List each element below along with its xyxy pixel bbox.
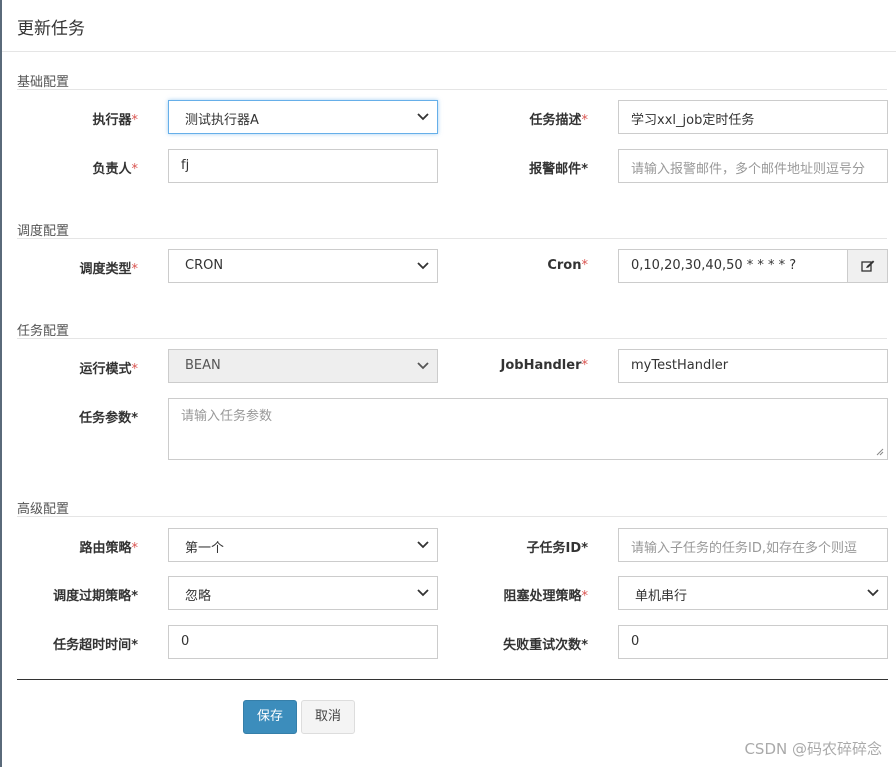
- schedule-type-select[interactable]: CRON: [168, 249, 438, 283]
- cancel-button[interactable]: 取消: [301, 700, 355, 734]
- fail-retry-label: 失败重试次数*: [503, 638, 588, 653]
- job-handler-label: JobHandler*: [500, 358, 588, 373]
- block-strategy-label: 阻塞处理策略*: [503, 589, 588, 604]
- route-strategy-label: 路由策略*: [79, 541, 138, 556]
- misfire-strategy-label: 调度过期策略*: [53, 589, 138, 604]
- alarm-email-label: 报警邮件*: [529, 162, 588, 177]
- executor-value: 测试执行器A: [185, 113, 259, 128]
- resize-grip-icon[interactable]: [876, 448, 884, 456]
- section-task-title: 任务配置: [17, 324, 70, 339]
- modal-title: 更新任务: [17, 19, 85, 39]
- section-basic-title: 基础配置: [17, 75, 70, 90]
- child-job-id-label: 子任务ID*: [526, 541, 588, 556]
- run-mode-value: BEAN: [185, 358, 221, 373]
- block-strategy-value: 单机串行: [635, 589, 688, 604]
- cron-label: Cron*: [547, 258, 588, 273]
- route-strategy-value: 第一个: [185, 541, 225, 556]
- schedule-type-label: 调度类型*: [79, 262, 138, 277]
- route-strategy-select[interactable]: 第一个: [168, 528, 438, 562]
- watermark: CSDN @码农碎碎念: [744, 740, 882, 758]
- author-label: 负责人*: [92, 162, 138, 177]
- section-schedule-title: 调度配置: [17, 224, 70, 239]
- modal-header: 更新任务: [2, 0, 896, 52]
- fail-retry-input[interactable]: 0: [618, 625, 888, 659]
- job-desc-label: 任务描述*: [529, 113, 588, 128]
- timeout-input[interactable]: 0: [168, 625, 438, 659]
- section-advanced-title: 高级配置: [17, 502, 70, 517]
- executor-label: 执行器*: [92, 113, 138, 128]
- author-input[interactable]: fj: [168, 149, 438, 183]
- section-divider: [17, 338, 887, 339]
- timeout-label: 任务超时时间*: [53, 638, 138, 653]
- section-divider: [17, 238, 887, 239]
- save-button[interactable]: 保存: [243, 700, 297, 734]
- alarm-email-input[interactable]: 请输入报警邮件，多个邮件地址则逗号分: [618, 149, 888, 183]
- chevron-down-icon: [417, 262, 429, 270]
- job-param-textarea[interactable]: 请输入任务参数: [168, 398, 888, 460]
- misfire-strategy-value: 忽略: [185, 589, 212, 604]
- edit-icon: [861, 260, 875, 272]
- cron-edit-button[interactable]: [847, 249, 888, 283]
- section-divider: [17, 516, 887, 517]
- block-strategy-select[interactable]: 单机串行: [618, 576, 888, 610]
- child-job-id-input[interactable]: 请输入子任务的任务ID,如存在多个则逗: [618, 528, 888, 562]
- cron-input[interactable]: 0,10,20,30,40,50 * * * * ?: [618, 249, 848, 283]
- job-param-placeholder: 请输入任务参数: [181, 409, 273, 424]
- section-divider: [17, 89, 887, 90]
- chevron-down-icon: [867, 589, 879, 597]
- chevron-down-icon: [417, 362, 429, 370]
- footer-divider: [17, 679, 888, 680]
- misfire-strategy-select[interactable]: 忽略: [168, 576, 438, 610]
- job-desc-input[interactable]: 学习xxl_job定时任务: [618, 100, 888, 134]
- job-param-label: 任务参数*: [79, 411, 138, 426]
- chevron-down-icon: [417, 589, 429, 597]
- schedule-type-value: CRON: [185, 258, 224, 273]
- update-task-modal: 更新任务 基础配置 执行器* 测试执行器A 任务描述* 学习xxl_job定时任…: [0, 0, 896, 767]
- executor-select[interactable]: 测试执行器A: [168, 100, 438, 134]
- run-mode-select[interactable]: BEAN: [168, 349, 438, 383]
- job-handler-input[interactable]: myTestHandler: [618, 349, 888, 383]
- run-mode-label: 运行模式*: [79, 362, 138, 377]
- chevron-down-icon: [417, 113, 429, 121]
- chevron-down-icon: [417, 541, 429, 549]
